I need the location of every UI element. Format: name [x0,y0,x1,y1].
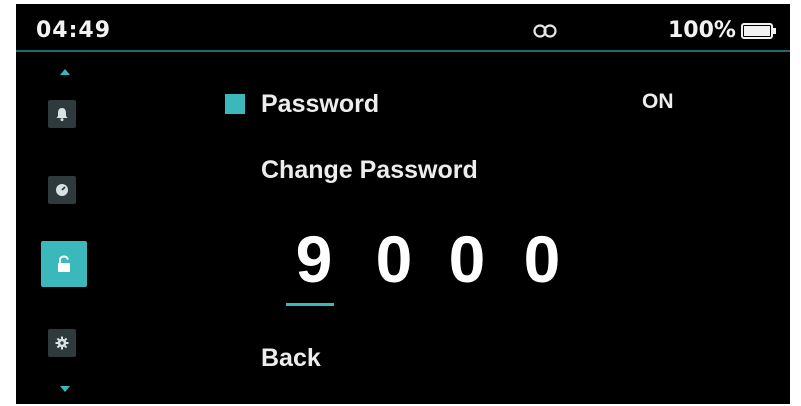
nav-item-security[interactable] [41,241,87,287]
password-label[interactable]: Password [261,90,379,119]
nav-item-settings[interactable] [48,329,76,357]
digit-cursor [286,303,334,306]
unlock-icon [58,255,70,272]
chevron-down-icon[interactable] [60,386,70,392]
clock: 04:49 [36,18,112,43]
back-button[interactable]: Back [261,344,321,373]
nav-item-notifications[interactable] [48,100,76,128]
chevron-up-icon[interactable] [60,69,70,75]
gear-icon [55,336,69,350]
selection-marker [225,94,245,114]
battery-full-icon [741,23,776,39]
nav-item-display[interactable] [48,176,76,204]
device-screen: 04:49 100% Password ON Change Password 9… [16,4,790,404]
password-digit-1[interactable]: 9 [290,219,338,299]
battery-percent: 100% [668,18,736,43]
password-digit-2[interactable]: 0 [370,219,418,299]
password-digits: 9 0 0 0 [286,219,590,309]
status-divider [16,50,790,52]
bell-icon [56,108,68,122]
status-bar: 04:49 100% [16,4,790,54]
change-password-label[interactable]: Change Password [261,156,478,185]
side-nav [38,64,96,404]
link-icon [533,24,557,38]
password-digit-3[interactable]: 0 [443,219,491,299]
password-status: ON [642,90,674,113]
gauge-icon [56,184,68,196]
password-digit-4[interactable]: 0 [518,219,566,299]
battery-fill [744,26,770,36]
